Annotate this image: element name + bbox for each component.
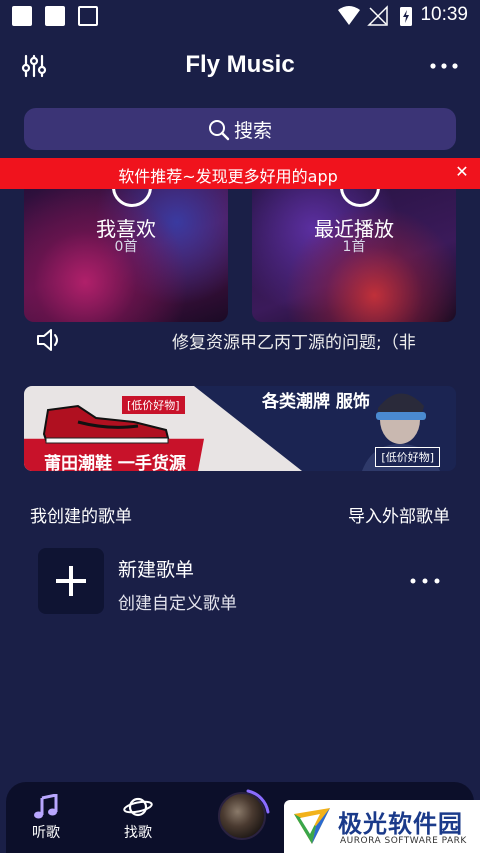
watermark: 极光软件园 AURORA SOFTWARE PARK xyxy=(284,800,480,853)
favorites-card[interactable]: 我喜欢 0首 xyxy=(24,189,228,322)
recent-play-count: 1首 xyxy=(342,239,366,255)
more-options-icon[interactable] xyxy=(428,52,460,80)
play-icon xyxy=(340,189,380,207)
more-options-icon[interactable] xyxy=(408,567,442,595)
watermark-subtitle: AURORA SOFTWARE PARK xyxy=(340,836,467,846)
ad-banner-text: 软件推荐~发现更多好用的app xyxy=(118,167,338,186)
import-playlist-link[interactable]: 导入外部歌单 xyxy=(348,502,450,527)
heart-icon xyxy=(112,189,152,207)
nav-listen[interactable]: 听歌 xyxy=(14,790,78,846)
notification-icon xyxy=(12,6,32,26)
recent-play-card[interactable]: 最近播放 1首 xyxy=(252,189,456,322)
watermark-title: 极光软件园 xyxy=(338,810,463,838)
add-icon[interactable] xyxy=(38,548,104,614)
notice-marquee: 修复资源甲乙丙丁源的问题;（非 xyxy=(172,333,416,353)
my-playlists-heading: 我创建的歌单 xyxy=(30,507,132,527)
promo-tag: [低价好物] xyxy=(375,447,440,467)
search-label: 搜索 xyxy=(233,120,272,142)
favorites-count: 0首 xyxy=(114,239,138,255)
new-playlist-subtitle: 创建自定义歌单 xyxy=(118,594,237,614)
notification-icon xyxy=(45,6,65,26)
promo-banner[interactable]: [低价好物] 莆田潮鞋 一手货源 各类潮牌 服饰 [低价好物] xyxy=(24,386,456,471)
new-playlist-title: 新建歌单 xyxy=(118,559,195,581)
music-note-icon xyxy=(34,794,58,819)
system-status-icons xyxy=(338,5,412,26)
close-icon[interactable]: ✕ xyxy=(452,162,472,184)
page-title: Fly Music xyxy=(185,51,295,78)
promo-tag: [低价好物] xyxy=(122,396,185,414)
search-bar[interactable]: 搜索 xyxy=(24,108,456,150)
aurora-logo-icon xyxy=(294,808,330,844)
nav-find-label: 找歌 xyxy=(124,825,152,841)
clock: 10:39 xyxy=(420,4,468,25)
app-header: Fly Music xyxy=(0,40,480,96)
planet-icon xyxy=(123,797,153,817)
new-playlist-row[interactable]: 新建歌单 创建自定义歌单 xyxy=(24,545,456,617)
nav-find[interactable]: 找歌 xyxy=(106,790,170,846)
ad-banner[interactable]: 软件推荐~发现更多好用的app ✕ xyxy=(0,158,480,189)
status-bar: 10:39 xyxy=(0,0,480,32)
now-playing-disc[interactable] xyxy=(218,792,266,840)
image-notification-icon xyxy=(78,6,98,26)
promo-headline-left: 莆田潮鞋 一手货源 xyxy=(44,454,186,471)
wifi-icon xyxy=(338,6,360,25)
speaker-icon xyxy=(37,329,58,351)
search-icon xyxy=(208,120,230,141)
nav-listen-label: 听歌 xyxy=(32,825,60,841)
